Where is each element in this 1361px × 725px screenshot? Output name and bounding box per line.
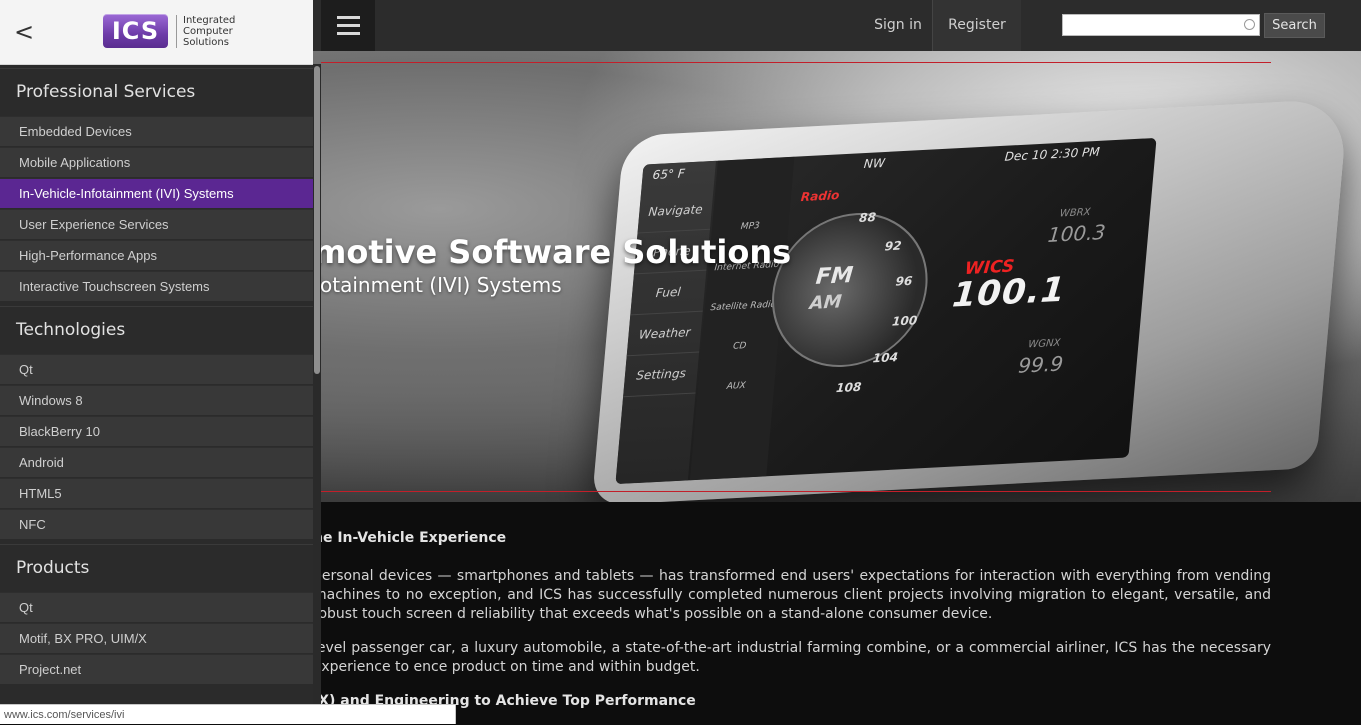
sidebar-item-touchscreen-systems[interactable]: Interactive Touchscreen Systems — [0, 271, 313, 301]
sidebar-item-ivi-systems[interactable]: In-Vehicle-Infotainment (IVI) Systems — [0, 178, 313, 208]
screen-menu-item: Navigate — [637, 188, 714, 234]
section-professional-services[interactable]: Professional Services — [0, 68, 313, 114]
section-technologies[interactable]: Technologies — [0, 306, 313, 352]
dial-tick: 96 — [894, 273, 914, 289]
other-station-name: WBRX — [1059, 206, 1091, 220]
logo-line: Solutions — [183, 36, 229, 48]
hero-title: motive Software Solutions — [313, 233, 792, 271]
paragraph: level passenger car, a luxury automobile… — [313, 640, 1271, 675]
section-heading: he In-Vehicle Experience — [313, 530, 507, 546]
other-station-name: WGNX — [1027, 337, 1061, 351]
status-bar-url: www.ics.com/services/ivi — [0, 704, 456, 724]
screen-source-item: AUX — [726, 380, 747, 392]
screen-menu-item: Weather — [626, 311, 703, 357]
hero-top-rule — [321, 62, 1271, 63]
screen-datetime: Dec 10 2:30 PM — [1004, 144, 1101, 164]
sign-in-link[interactable]: Sign in — [863, 0, 933, 51]
sidebar-item-ux-services[interactable]: User Experience Services — [0, 209, 313, 239]
search-clear-icon[interactable] — [1244, 19, 1255, 30]
logo-mark: ICS — [103, 14, 168, 48]
hamburger-menu-button[interactable] — [321, 0, 375, 51]
hero-bottom-rule — [321, 491, 1271, 492]
other-station-frequency: 100.3 — [1046, 220, 1107, 247]
infotainment-screen-image: Navigate Phone Fuel Weather Settings MP3… — [615, 137, 1157, 485]
sidebar-item-html5[interactable]: HTML5 — [0, 478, 313, 508]
dial-tick: 92 — [884, 238, 903, 254]
back-button[interactable]: < — [14, 18, 38, 46]
hero-subtitle: fotainment (IVI) Systems — [313, 273, 562, 297]
sidebar-item-qt-product[interactable]: Qt — [0, 592, 313, 622]
screen-menu-item: Settings — [623, 352, 700, 398]
screen-radio-tab: Radio — [800, 188, 841, 205]
sidebar-item-windows-8[interactable]: Windows 8 — [0, 385, 313, 415]
screen-source-item: CD — [732, 341, 747, 352]
screen-menu-item: Fuel — [630, 270, 707, 316]
sidebar-item-blackberry-10[interactable]: BlackBerry 10 — [0, 416, 313, 446]
search-button[interactable]: Search — [1264, 13, 1325, 38]
top-bar: Sign in Register Search — [313, 0, 1361, 51]
logo-line: Computer — [183, 25, 233, 37]
sidebar-item-nfc[interactable]: NFC — [0, 509, 313, 539]
sidebar-item-embedded-devices[interactable]: Embedded Devices — [0, 116, 313, 146]
screen-temperature: 65° F — [652, 166, 686, 183]
sidebar-item-project-net[interactable]: Project.net — [0, 654, 313, 684]
dial-tick: 108 — [835, 379, 862, 396]
section-products[interactable]: Products — [0, 544, 313, 590]
sidebar-item-qt[interactable]: Qt — [0, 354, 313, 384]
sidebar-item-mobile-applications[interactable]: Mobile Applications — [0, 147, 313, 177]
search-input[interactable] — [1062, 14, 1260, 36]
side-menu-scrollbar[interactable] — [313, 64, 321, 724]
logo-line: Integrated — [183, 14, 236, 26]
side-menu-header: < ICS Integrated Computer Solutions — [0, 0, 313, 65]
hero-banner: Navigate Phone Fuel Weather Settings MP3… — [313, 51, 1361, 502]
station-frequency: 100.1 — [950, 269, 1068, 316]
sidebar-item-motif[interactable]: Motif, BX PRO, UIM/X — [0, 623, 313, 653]
dial-tick: 104 — [872, 350, 899, 366]
hamburger-icon — [336, 16, 360, 35]
paragraph: personal devices — smartphones and table… — [313, 568, 1271, 622]
register-link[interactable]: Register — [933, 0, 1021, 51]
ics-logo[interactable]: ICS Integrated Computer Solutions — [103, 14, 235, 48]
dial-tick: 88 — [858, 210, 877, 225]
band-am-label: AM — [808, 291, 843, 315]
screen-heading: NW — [863, 155, 886, 172]
dial-tick: 100 — [891, 313, 918, 329]
side-menu: < ICS Integrated Computer Solutions Prof… — [0, 0, 313, 724]
other-station-frequency: 99.9 — [1017, 351, 1065, 378]
logo-text: Integrated Computer Solutions — [176, 14, 236, 48]
band-fm-label: FM — [814, 262, 855, 290]
sidebar-item-high-performance-apps[interactable]: High-Performance Apps — [0, 240, 313, 270]
scrollbar-thumb[interactable] — [314, 66, 320, 374]
sidebar-item-android[interactable]: Android — [0, 447, 313, 477]
